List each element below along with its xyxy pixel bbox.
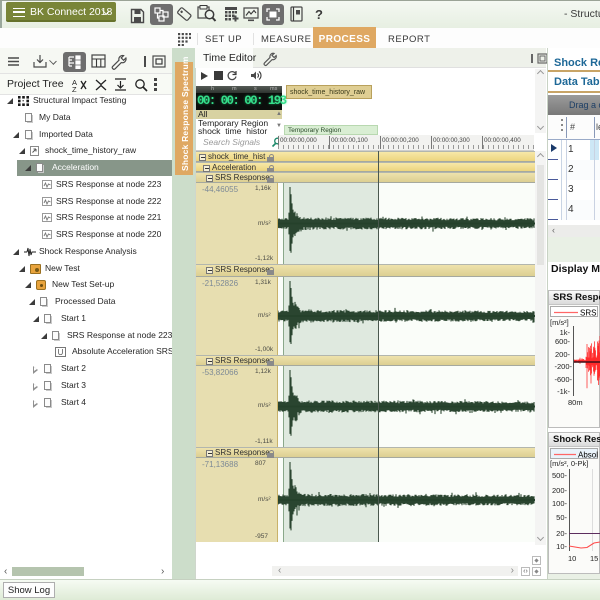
svg-text:SRS R: SRS R	[580, 309, 599, 318]
svg-text:Z: Z	[72, 85, 77, 92]
